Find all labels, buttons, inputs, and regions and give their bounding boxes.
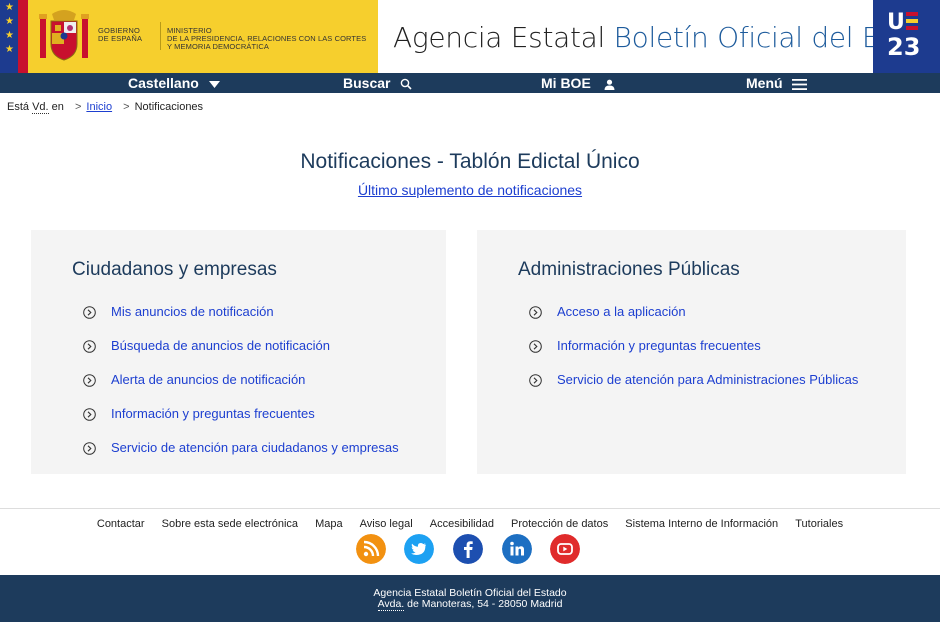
- eu-star-icon: ★: [5, 2, 14, 13]
- application-access-link[interactable]: Acceso a la aplicación: [557, 303, 686, 321]
- breadcrumb-separator-icon: >: [74, 101, 82, 113]
- list-item: Alerta de anuncios de notificación: [83, 371, 399, 405]
- eu-flag-strip: ★ ★ ★ ★: [0, 0, 18, 73]
- list-item: Servicio de atención para Administracion…: [529, 371, 858, 405]
- administrations-panel: Administraciones Públicas Acceso a la ap…: [477, 230, 906, 474]
- panel-title: Administraciones Públicas: [518, 259, 740, 280]
- breadcrumb-separator-icon: >: [123, 101, 130, 113]
- eu-presidency-badge[interactable]: U 23: [873, 0, 940, 73]
- eu-star-icon: ★: [5, 30, 14, 41]
- footer-address-bar: Agencia Estatal Boletín Oficial del Esta…: [0, 575, 940, 622]
- my-boe-label: Mi BOE: [541, 75, 591, 91]
- eu-star-icon: ★: [5, 44, 14, 55]
- eu-star-icon: ★: [5, 16, 14, 27]
- menu-button[interactable]: Menú: [746, 74, 808, 92]
- coat-of-arms-icon: [39, 10, 89, 61]
- list-item: Servicio de atención para ciudadanos y e…: [83, 439, 399, 473]
- search-icon: [401, 78, 412, 90]
- ue23-logo-icon: U 23: [887, 10, 920, 61]
- svg-text:U: U: [887, 10, 905, 35]
- chevron-circle-icon: [83, 306, 96, 319]
- list-item: Información y preguntas frecuentes: [529, 337, 858, 371]
- my-boe-button[interactable]: Mi BOE: [541, 74, 615, 92]
- administrations-link-list: Acceso a la aplicación Información y pre…: [529, 303, 858, 405]
- list-item: Mis anuncios de notificación: [83, 303, 399, 337]
- chevron-circle-icon: [529, 374, 542, 387]
- chevron-circle-icon: [529, 340, 542, 353]
- youtube-icon[interactable]: [550, 534, 580, 564]
- svg-text:23: 23: [887, 33, 920, 61]
- breadcrumb-prefix: Está: [7, 101, 33, 113]
- hamburger-icon: [792, 78, 808, 90]
- footer-address: Avda. de Manoteras, 54 - 28050 Madrid: [0, 598, 940, 611]
- administrations-support-link[interactable]: Servicio de atención para Administracion…: [557, 371, 858, 389]
- government-logo-block[interactable]: ★ ★ ★ ★ GOBIERNO DE ESPAÑA MINISTERIO DE…: [0, 0, 378, 73]
- government-name: GOBIERNO DE ESPAÑA: [98, 27, 142, 43]
- chevron-circle-icon: [83, 374, 96, 387]
- site-header: ★ ★ ★ ★ GOBIERNO DE ESPAÑA MINISTERIO DE…: [0, 0, 940, 73]
- citizens-link-list: Mis anuncios de notificación Búsqueda de…: [83, 303, 399, 473]
- footer-link-about[interactable]: Sobre esta sede electrónica: [162, 518, 298, 530]
- twitter-icon[interactable]: [404, 534, 434, 564]
- agency-title-part1: Agencia Estatal: [393, 21, 605, 54]
- footer-link-privacy[interactable]: Protección de datos: [511, 518, 608, 530]
- language-label: Castellano: [128, 75, 199, 91]
- page-title: Notificaciones - Tablón Edictal Único: [300, 150, 640, 173]
- chevron-circle-icon: [529, 306, 542, 319]
- footer-link-tutorials[interactable]: Tutoriales: [795, 518, 843, 530]
- caret-down-icon: [208, 80, 220, 88]
- logo-divider: [160, 22, 161, 50]
- footer-link-contact[interactable]: Contactar: [97, 518, 145, 530]
- breadcrumb: Está Vd. en > Inicio > Notificaciones: [7, 101, 204, 114]
- footer-link-internal-info[interactable]: Sistema Interno de Información: [625, 518, 778, 530]
- footer-address-abbr: Avda.: [377, 598, 405, 611]
- my-notifications-link[interactable]: Mis anuncios de notificación: [111, 303, 274, 321]
- rss-icon[interactable]: [356, 534, 386, 564]
- spain-flag-strip: [18, 0, 28, 73]
- panel-title: Ciudadanos y empresas: [72, 259, 277, 280]
- footer-address-rest: de Manoteras, 54 - 28050 Madrid: [404, 598, 563, 610]
- menu-label: Menú: [746, 75, 783, 91]
- footer-divider: [0, 508, 940, 509]
- chevron-circle-icon: [83, 442, 96, 455]
- agency-title[interactable]: Agencia Estatal Boletín Oficial del Esta…: [393, 21, 940, 54]
- language-selector[interactable]: Castellano: [128, 74, 220, 92]
- footer-link-accessibility[interactable]: Accesibilidad: [430, 518, 494, 530]
- search-label: Buscar: [343, 75, 391, 91]
- gov-line: DE ESPAÑA: [98, 34, 143, 43]
- chevron-circle-icon: [83, 340, 96, 353]
- search-notifications-link[interactable]: Búsqueda de anuncios de notificación: [111, 337, 330, 355]
- ministry-line: Y MEMORIA DEMOCRÁTICA: [167, 42, 269, 51]
- breadcrumb-prefix: en: [48, 101, 64, 113]
- ministry-name: MINISTERIO DE LA PRESIDENCIA, RELACIONES…: [167, 27, 366, 51]
- citizens-faq-link[interactable]: Información y preguntas frecuentes: [111, 405, 315, 423]
- user-icon: [604, 79, 615, 90]
- chevron-circle-icon: [83, 408, 96, 421]
- list-item: Búsqueda de anuncios de notificación: [83, 337, 399, 371]
- citizens-panel: Ciudadanos y empresas Mis anuncios de no…: [31, 230, 446, 474]
- notification-alert-link[interactable]: Alerta de anuncios de notificación: [111, 371, 305, 389]
- search-nav-button[interactable]: Buscar: [343, 74, 412, 92]
- breadcrumb-prefix-abbr: Vd.: [32, 101, 49, 114]
- list-item: Información y preguntas frecuentes: [83, 405, 399, 439]
- linkedin-icon[interactable]: [502, 534, 532, 564]
- footer-links: Contactar Sobre esta sede electrónica Ma…: [0, 518, 940, 530]
- footer-link-sitemap[interactable]: Mapa: [315, 518, 343, 530]
- footer-link-legal[interactable]: Aviso legal: [360, 518, 413, 530]
- latest-supplement-link[interactable]: Último suplemento de notificaciones: [358, 182, 582, 198]
- breadcrumb-current: Notificaciones: [134, 101, 204, 113]
- list-item: Acceso a la aplicación: [529, 303, 858, 337]
- breadcrumb-home-link[interactable]: Inicio: [86, 101, 112, 113]
- facebook-icon[interactable]: [453, 534, 483, 564]
- supplement-link-wrapper: Último suplemento de notificaciones: [0, 182, 940, 198]
- administrations-faq-link[interactable]: Información y preguntas frecuentes: [557, 337, 761, 355]
- citizens-support-link[interactable]: Servicio de atención para ciudadanos y e…: [111, 439, 399, 457]
- main-nav: Castellano Buscar Mi BOE Menú: [0, 73, 940, 93]
